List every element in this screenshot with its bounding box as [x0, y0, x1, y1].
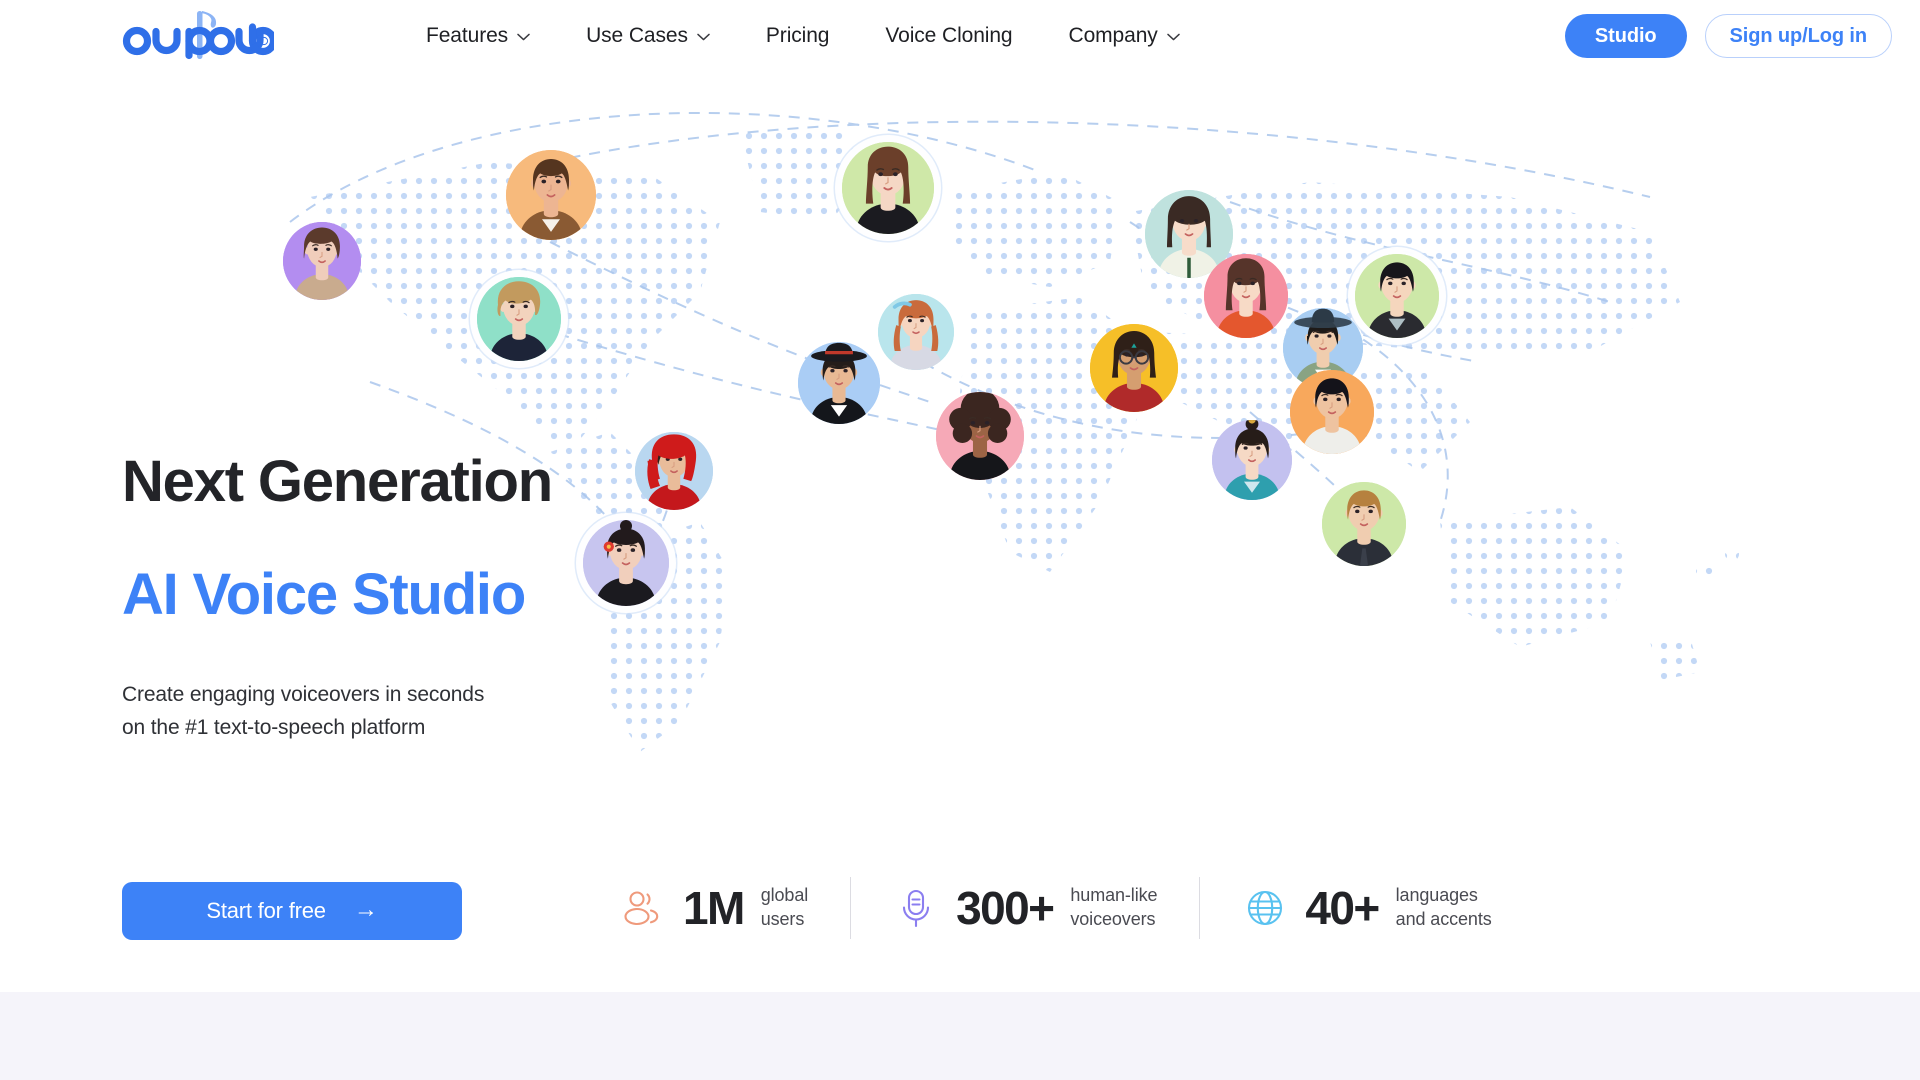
stat-languages: 40+ languages and accents	[1200, 884, 1533, 932]
start-for-free-button[interactable]: Start for free →	[122, 882, 462, 940]
cta-row: Start for free →	[122, 882, 462, 940]
studio-button[interactable]: Studio	[1564, 14, 1687, 58]
header-actions: Studio Sign up/Log in	[1564, 0, 1892, 72]
avatar-europe-woman-green	[842, 142, 934, 234]
stat-value: 40+	[1305, 882, 1380, 934]
avatar-korea-woman-pink	[1204, 254, 1288, 338]
stat-value: 300+	[956, 882, 1055, 934]
avatar-africa-woman-pink	[936, 392, 1024, 480]
hero-subtitle: Create engaging voiceovers in seconds on…	[122, 678, 742, 745]
microphone-icon	[893, 885, 939, 931]
site-header: Features Use Cases Pricing Voice Cloning…	[0, 0, 1920, 72]
avatar-europe-woman-purple	[283, 222, 361, 300]
hero-subtitle-line2: on the #1 text-to-speech platform	[122, 716, 426, 740]
stat-global-users: 1M global users	[620, 884, 850, 932]
stat-label: human-like voiceovers	[1070, 885, 1158, 929]
hero-copy: Next Generation AI Voice Studio Create e…	[122, 449, 742, 745]
avatar-japan-man-green	[1355, 254, 1439, 338]
users-icon	[620, 885, 666, 931]
nav-item-pricing[interactable]: Pricing	[738, 0, 858, 72]
nav-item-voice-cloning[interactable]: Voice Cloning	[857, 0, 1040, 72]
stat-label: languages and accents	[1395, 885, 1492, 929]
main-navigation: Features Use Cases Pricing Voice Cloning…	[398, 0, 1208, 72]
chevron-down-icon	[517, 33, 530, 41]
nav-label: Use Cases	[586, 24, 688, 47]
avatar-india-woman-yellow	[1090, 324, 1178, 412]
nav-label: Features	[426, 24, 509, 47]
avatar-namerica-man-mint	[477, 277, 561, 361]
avatar-latin-man-bluehat	[798, 342, 880, 424]
chevron-down-icon	[697, 33, 710, 41]
page-title-line1: Next Generation	[122, 449, 553, 514]
arrow-right-icon: →	[353, 896, 378, 923]
logo[interactable]	[122, 8, 282, 64]
nav-label: Voice Cloning	[885, 24, 1013, 47]
avatar-oceania-man-green	[1322, 482, 1406, 566]
nav-item-company[interactable]: Company	[1041, 0, 1208, 72]
nav-item-use-cases[interactable]: Use Cases	[558, 0, 738, 72]
hero-section: Next Generation AI Voice Studio Create e…	[0, 72, 1920, 992]
landing-page: Features Use Cases Pricing Voice Cloning…	[0, 0, 1920, 1080]
stat-value: 1M	[683, 882, 745, 934]
next-section-band	[0, 992, 1920, 1080]
avatar-asia-man-orange	[1290, 370, 1374, 454]
chevron-down-icon	[1166, 33, 1180, 41]
page-title-line2: AI Voice Studio	[122, 561, 526, 627]
nav-label: Company	[1068, 24, 1158, 47]
signup-login-button[interactable]: Sign up/Log in	[1704, 14, 1892, 58]
stat-label: global users	[760, 885, 809, 929]
avatar-europe-woman-cyan	[878, 294, 954, 370]
nav-label: Pricing	[765, 24, 830, 47]
stats-row: 1M global users 300+ human-like voiceove…	[620, 877, 1534, 939]
stat-voiceovers: 300+ human-like voiceovers	[851, 884, 1199, 932]
avatar-namerica-man-orange	[506, 150, 596, 240]
globe-icon	[1242, 885, 1288, 931]
hero-subtitle-line1: Create engaging voiceovers in seconds	[122, 682, 485, 706]
avatar-china-woman-lavender	[1212, 420, 1292, 500]
cta-label: Start for free	[206, 898, 326, 923]
nav-item-features[interactable]: Features	[398, 0, 558, 72]
